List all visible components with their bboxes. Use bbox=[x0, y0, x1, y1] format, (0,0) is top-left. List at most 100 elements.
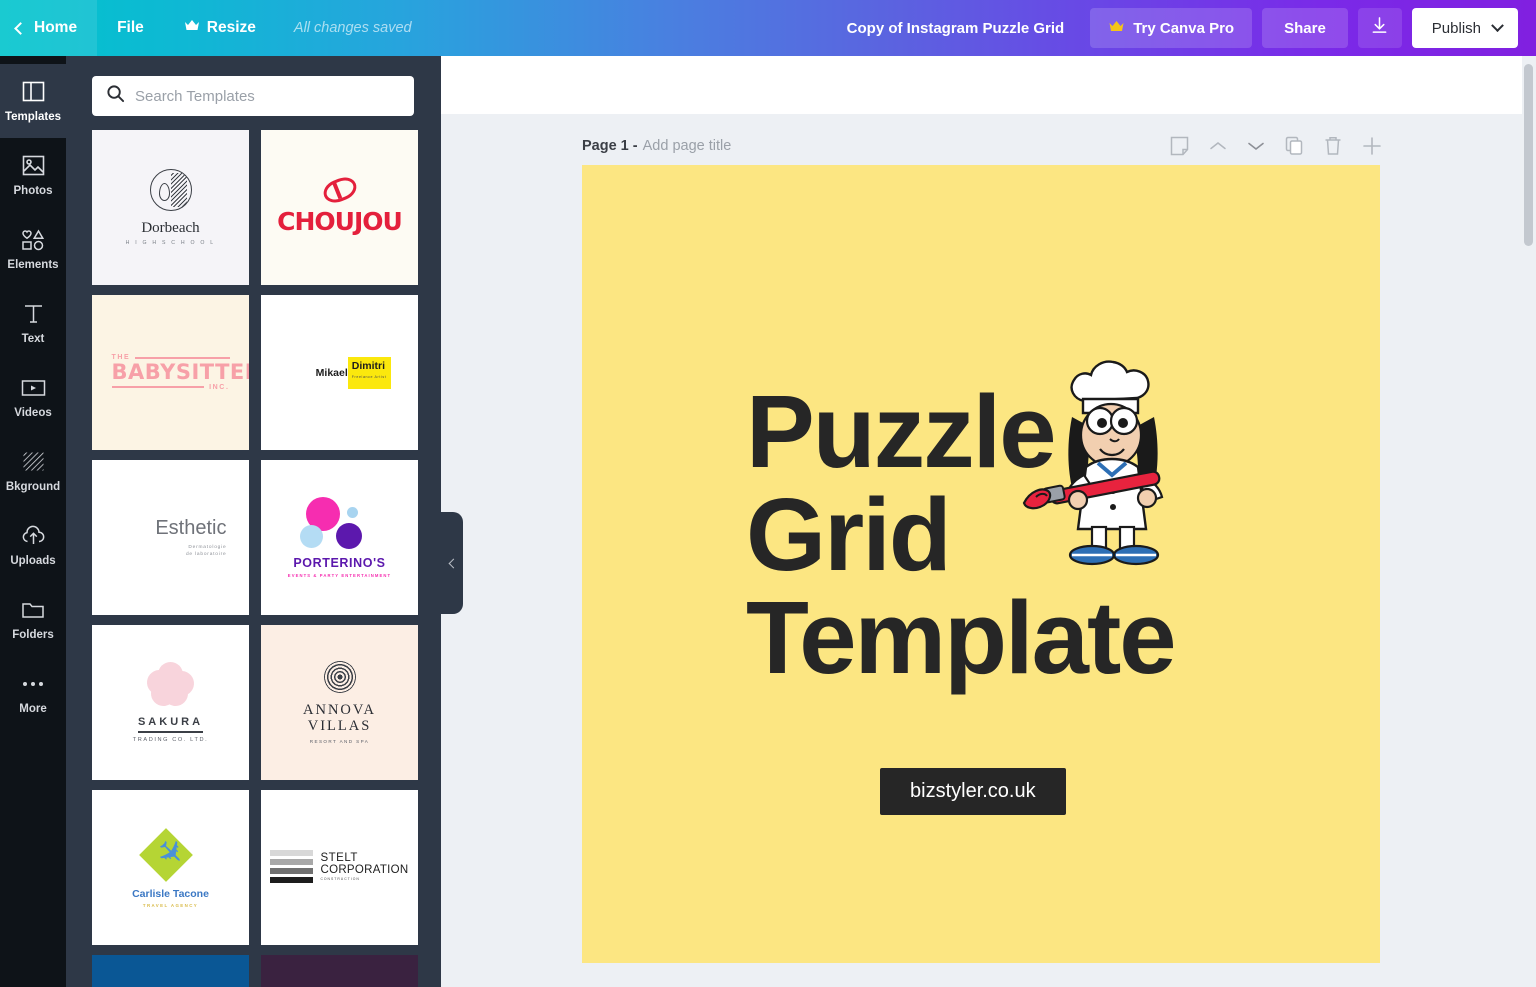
share-label: Share bbox=[1284, 19, 1326, 37]
sidebar-item-text[interactable]: Text bbox=[0, 286, 66, 360]
template-card[interactable]: ANNOVA VILLAS RESORT AND SPA bbox=[261, 625, 418, 780]
photos-icon bbox=[22, 154, 45, 178]
canvas-url-badge[interactable]: bizstyler.co.uk bbox=[880, 768, 1066, 815]
publish-label: Publish bbox=[1431, 19, 1481, 37]
search-input[interactable] bbox=[135, 78, 414, 114]
template-title: CHOUJOU bbox=[277, 207, 403, 236]
sidebar-item-label: Text bbox=[21, 332, 45, 345]
canvas-heading-line3: Template bbox=[746, 580, 1177, 695]
sakura-flower-icon bbox=[143, 662, 197, 711]
chevron-down-icon bbox=[1491, 18, 1504, 32]
resize-label: Resize bbox=[206, 19, 256, 36]
airplane-diamond-icon: ✈ bbox=[138, 827, 201, 882]
save-status: All changes saved bbox=[293, 20, 412, 36]
template-card[interactable]: PORTERINO'S EVENTS & PARTY ENTERTAINMENT bbox=[261, 460, 418, 615]
move-page-down-button[interactable] bbox=[1247, 140, 1265, 152]
template-subtitle: Freelance Artist bbox=[351, 374, 387, 379]
sidebar-item-uploads[interactable]: Uploads bbox=[0, 508, 66, 582]
publish-button[interactable]: Publish bbox=[1411, 8, 1518, 48]
template-title-second: CORPORATION bbox=[320, 863, 409, 876]
template-card[interactable]: THE BABYSITTERS INC. bbox=[92, 295, 249, 450]
chef-painter-illustration[interactable] bbox=[1014, 355, 1214, 575]
left-tool-rail: Templates Photos Elements Text Videos Bk… bbox=[0, 56, 66, 987]
sidebar-item-elements[interactable]: Elements bbox=[0, 212, 66, 286]
search-icon bbox=[106, 84, 125, 108]
choujou-bun-icon bbox=[323, 179, 357, 201]
resize-button[interactable]: Resize bbox=[164, 0, 276, 56]
top-app-bar: Home File Resize All changes saved Copy … bbox=[0, 0, 1536, 56]
background-icon bbox=[22, 450, 45, 474]
page-notes-button[interactable] bbox=[1170, 136, 1189, 156]
more-icon bbox=[21, 672, 45, 696]
template-subtitle: RESORT AND SPA bbox=[309, 739, 370, 745]
sidebar-item-label: Templates bbox=[4, 110, 62, 123]
page-title-input[interactable]: Add page title bbox=[643, 138, 732, 154]
design-canvas[interactable]: Puzzle Grid Template bizstyler.co.uk bbox=[582, 165, 1380, 963]
template-subtitle: TRADING CO. LTD. bbox=[132, 737, 209, 743]
template-card[interactable] bbox=[92, 955, 249, 987]
topbar-right-group: Copy of Instagram Puzzle Grid Try Canva … bbox=[847, 0, 1536, 56]
sidebar-item-photos[interactable]: Photos bbox=[0, 138, 66, 212]
template-subtitle: CONSTRUCTION bbox=[320, 877, 360, 882]
template-card[interactable]: SAKURA TRADING CO. LTD. bbox=[92, 625, 249, 780]
sidebar-item-videos[interactable]: Videos bbox=[0, 360, 66, 434]
duplicate-page-button[interactable] bbox=[1285, 136, 1304, 156]
template-subtitle: INC. bbox=[209, 383, 230, 391]
uploads-icon bbox=[21, 524, 46, 548]
home-label: Home bbox=[34, 19, 78, 36]
crown-icon bbox=[1108, 20, 1125, 37]
templates-panel: Dorbeach H I G H S C H O O L CHOUJOU THE… bbox=[66, 56, 441, 987]
template-card[interactable]: CHOUJOU bbox=[261, 130, 418, 285]
template-card[interactable]: Dorbeach H I G H S C H O O L bbox=[92, 130, 249, 285]
template-card[interactable]: Esthetic Dermatologie de laboratoire bbox=[92, 460, 249, 615]
chevron-left-icon bbox=[14, 21, 27, 35]
home-button[interactable]: Home bbox=[0, 0, 98, 56]
download-button[interactable] bbox=[1357, 8, 1402, 48]
chevron-left-icon bbox=[448, 558, 459, 568]
page-tools bbox=[1170, 136, 1382, 156]
dorbeach-emblem-icon bbox=[149, 169, 192, 211]
template-title: BABYSITTERS bbox=[111, 360, 250, 385]
template-title: SAKURA bbox=[137, 716, 204, 733]
stelt-bars-icon bbox=[270, 849, 314, 886]
template-card[interactable]: ✈ Carlisle Tacone TRAVEL AGENCY bbox=[92, 790, 249, 945]
page-label: Page 1 - bbox=[582, 138, 638, 154]
sidebar-item-label: Elements bbox=[7, 258, 59, 271]
text-icon bbox=[23, 302, 44, 326]
search-box[interactable] bbox=[92, 76, 414, 116]
share-button[interactable]: Share bbox=[1262, 8, 1348, 48]
move-page-up-button[interactable] bbox=[1209, 140, 1227, 152]
annova-rings-icon bbox=[323, 660, 356, 693]
sidebar-item-label: Bkground bbox=[5, 480, 61, 493]
file-label: File bbox=[117, 19, 144, 36]
try-canva-pro-label: Try Canva Pro bbox=[1133, 19, 1235, 37]
folders-icon bbox=[21, 598, 45, 622]
try-canva-pro-button[interactable]: Try Canva Pro bbox=[1090, 8, 1253, 48]
page-header: Page 1 - Add page title bbox=[582, 132, 1382, 160]
topbar-left-group: Home File Resize All changes saved bbox=[0, 0, 430, 56]
template-title: Dorbeach bbox=[141, 220, 200, 236]
template-grid[interactable]: Dorbeach H I G H S C H O O L CHOUJOU THE… bbox=[66, 130, 441, 987]
template-title: PORTERINO'S bbox=[293, 556, 386, 570]
template-card[interactable]: STELT CORPORATION CONSTRUCTION bbox=[261, 790, 418, 945]
porterinos-dots-icon bbox=[300, 497, 378, 549]
template-card[interactable] bbox=[261, 955, 418, 987]
file-menu-button[interactable]: File bbox=[97, 0, 164, 56]
sidebar-item-label: Photos bbox=[13, 184, 53, 197]
sidebar-item-folders[interactable]: Folders bbox=[0, 582, 66, 656]
editor-vertical-scrollbar[interactable] bbox=[1522, 56, 1536, 987]
document-title[interactable]: Copy of Instagram Puzzle Grid bbox=[847, 20, 1065, 37]
sidebar-item-bkground[interactable]: Bkground bbox=[0, 434, 66, 508]
sidebar-item-label: More bbox=[19, 702, 47, 715]
sidebar-item-more[interactable]: More bbox=[0, 656, 66, 730]
sidebar-item-label: Uploads bbox=[10, 554, 56, 567]
add-page-button[interactable] bbox=[1362, 136, 1382, 156]
scrollbar-thumb[interactable] bbox=[1524, 64, 1533, 246]
crown-icon bbox=[184, 19, 200, 37]
highlight-block: Dimitri Freelance Artist bbox=[347, 356, 392, 389]
search-area bbox=[66, 56, 441, 130]
delete-page-button[interactable] bbox=[1324, 136, 1342, 156]
sidebar-item-templates[interactable]: Templates bbox=[0, 64, 66, 138]
collapse-panel-button[interactable] bbox=[441, 512, 463, 614]
template-card[interactable]: Mikael Dimitri Freelance Artist bbox=[261, 295, 418, 450]
